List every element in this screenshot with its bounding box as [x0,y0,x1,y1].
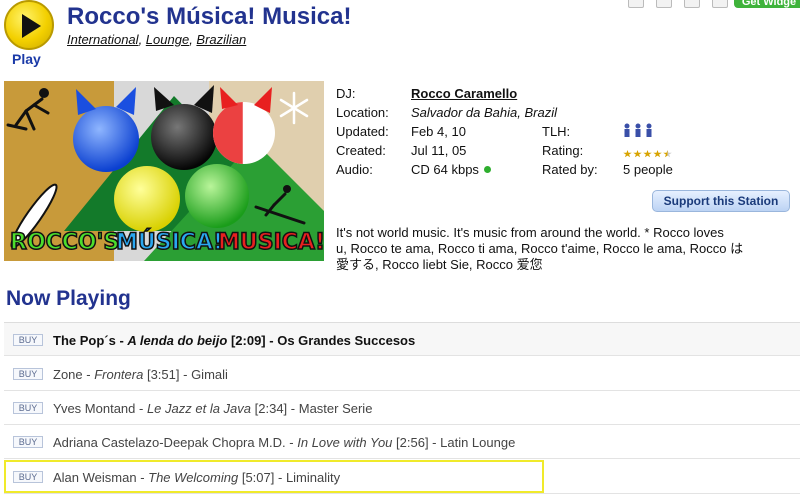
star-icon [623,150,632,158]
track-duration: [3:51] [146,367,180,382]
artwork-word-musica-1: MÚSICA! [116,229,223,255]
half-star-icon [663,150,672,158]
track-duration: [2:34] [254,401,288,416]
dj-name-link[interactable]: Rocco Caramello [411,86,517,101]
track-duration: [2:56] [396,435,429,450]
buy-button[interactable]: BUY [13,436,43,448]
separator: - [285,435,298,450]
toolbar-icons [628,0,728,8]
get-widget-button[interactable]: Get Widge [734,0,800,8]
track-info: Adriana Castelazo-Deepak Chopra M.D. - I… [53,435,515,450]
location-value: Salvador da Bahia, Brazil [411,105,557,120]
play-button[interactable] [4,0,54,50]
updated-label: Updated: [336,124,389,139]
track-artist: Adriana Castelazo-Deepak Chopra M.D. [53,435,286,450]
now-playing-heading: Now Playing [6,287,131,310]
location-label: Location: [336,105,389,120]
star-icon [633,150,642,158]
description-line: u, Rocco te ama, Rocco ti ama, Rocco t'a… [336,241,744,256]
station-artwork: ROCCO'S MÚSICA! MUSICA! [4,81,324,261]
station-title: Rocco's Música! Musica! [67,3,352,30]
track-artist: Zone [53,367,83,382]
separator: - [428,435,441,450]
created-label: Created: [336,143,386,158]
track-artist: Yves Montand [53,401,136,416]
track-title: Le Jazz et la Java [146,401,252,416]
buy-button[interactable]: BUY [13,368,43,380]
genre-link-lounge[interactable]: Lounge [146,32,189,47]
track-info: Yves Montand - Le Jazz et la Java [2:34]… [53,401,372,416]
add-icon[interactable] [628,0,644,8]
star-icon [643,150,652,158]
genre-link-brazilian[interactable]: Brazilian [196,32,246,47]
separator: - [265,333,278,348]
separator: - [179,367,192,382]
share-icon[interactable] [712,0,728,8]
status-dot-icon [483,166,491,173]
track-title: A lenda do beijo [127,333,228,348]
audio-quality: CD 64 kbps [411,162,479,177]
artwork-word-musica-2: MUSICA! [218,230,324,255]
highlighted-track-outline [4,460,544,493]
track-row: BUY Yves Montand - Le Jazz et la Java [2… [4,391,800,425]
audio-label: Audio: [336,162,373,177]
play-icon [22,14,41,38]
track-duration: [2:09] [230,333,266,348]
track-title: Frontera [94,367,144,382]
track-row: BUY Zone - Frontera [3:51] - Gimali [4,357,800,391]
favorite-icon[interactable] [656,0,672,8]
star-icon [653,150,662,158]
rated-by-label: Rated by: [542,162,598,177]
track-album: Gimali [191,367,228,382]
separator: - [135,401,147,416]
calendar-icon[interactable] [684,0,700,8]
support-station-button[interactable]: Support this Station [652,190,790,212]
rated-by-value: 5 people [623,162,673,177]
separator: - [287,401,299,416]
tlh-people-icon [623,123,655,140]
track-album: Master Serie [298,401,373,416]
track-row: BUY Adriana Castelazo-Deepak Chopra M.D.… [4,425,800,459]
created-value: Jul 11, 05 [411,143,467,158]
track-album: Latin Lounge [440,435,516,450]
track-artist: The Pop´s [53,333,116,348]
track-info: The Pop´s - A lenda do beijo [2:09] - Os… [53,333,415,348]
dj-label: DJ: [336,86,356,101]
rating-stars [623,146,673,161]
updated-value: Feb 4, 10 [411,124,466,139]
track-title: In Love with You [297,435,393,450]
rating-label: Rating: [542,143,584,158]
genre-link-international[interactable]: International [67,32,139,47]
description-line: 愛する, Rocco liebt Sie, Rocco 爱您 [336,257,543,272]
tlh-label: TLH: [542,124,571,139]
track-album: Os Grandes Succesos [277,333,416,348]
track-row: BUY The Pop´s - A lenda do beijo [2:09] … [4,322,800,356]
station-description: It's not world music. It's music from ar… [336,225,800,273]
artwork-word-roccos: ROCCO'S [10,230,119,255]
genre-links: International, Lounge, Brazilian [67,32,247,47]
separator: - [82,367,95,382]
buy-button[interactable]: BUY [13,334,43,346]
description-line: It's not world music. It's music from ar… [336,225,724,240]
audio-value: CD 64 kbps [411,162,491,177]
track-info: Zone - Frontera [3:51] - Gimali [53,367,228,382]
separator: - [115,333,128,348]
play-label[interactable]: Play [12,51,41,67]
buy-button[interactable]: BUY [13,402,43,414]
